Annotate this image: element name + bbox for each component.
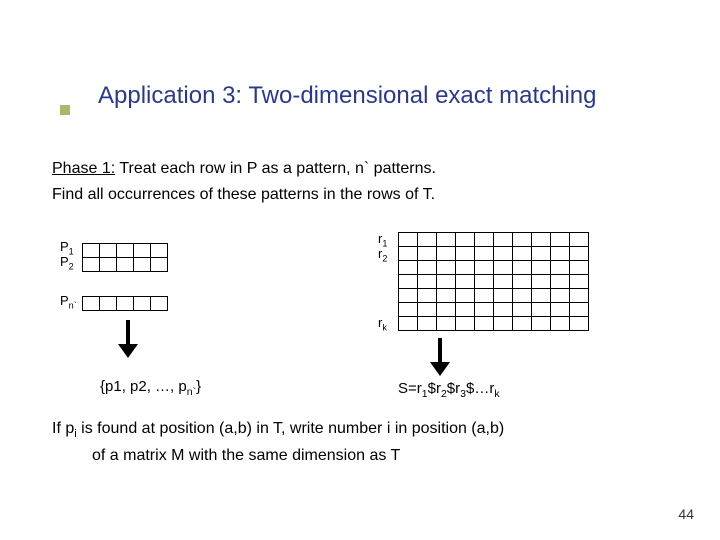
set-s: S=r1$r2$r3$…rk <box>398 380 500 400</box>
pn-label: Pn` <box>60 294 77 313</box>
p-grid-top <box>82 243 168 272</box>
page-number: 44 <box>678 506 694 522</box>
slide-title: Application 3: Two-dimensional exact mat… <box>98 82 597 110</box>
arrow-left <box>118 320 138 360</box>
phase-label: Phase 1: <box>52 160 115 177</box>
title-bullet <box>60 105 70 115</box>
p-grid-bottom <box>82 296 168 311</box>
phase-text: Treat each row in P as a pattern, n` pat… <box>115 160 436 177</box>
arrow-right <box>430 338 450 378</box>
r2-label: r2 <box>378 247 387 266</box>
bottom-text: If pi is found at position (a,b) in T, w… <box>52 418 662 467</box>
rk-label: rk <box>378 316 387 335</box>
set-p: {p1, p2, …, pn`} <box>100 378 201 398</box>
find-line: Find all occurrences of these patterns i… <box>52 186 435 204</box>
p2-label: P2 <box>60 255 74 274</box>
slide: { "title": "Application 3: Two-dimension… <box>0 0 720 540</box>
t-grid <box>398 232 589 331</box>
phase-line: Phase 1: Treat each row in P as a patter… <box>52 160 436 178</box>
